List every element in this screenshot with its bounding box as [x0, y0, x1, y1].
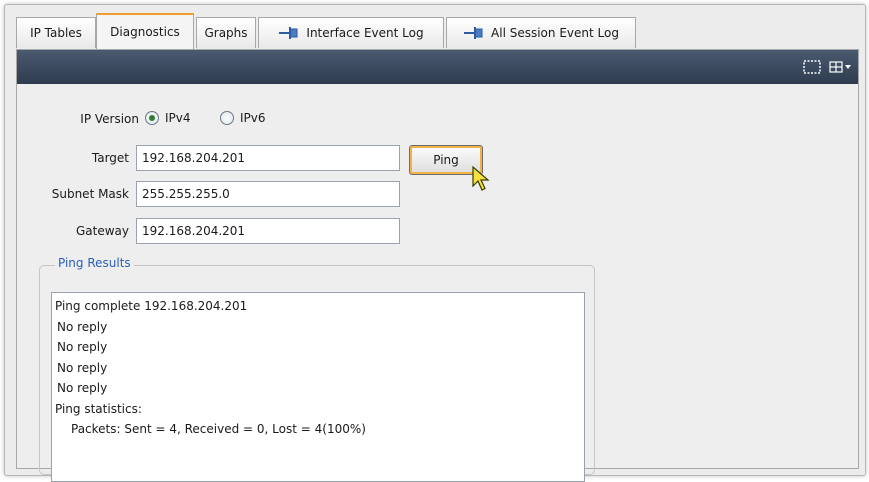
tab-label: Graphs [204, 26, 248, 40]
gateway-input[interactable]: 192.168.204.201 [136, 218, 400, 244]
radio-label: IPv6 [240, 111, 266, 125]
tab-all-session-event-log[interactable]: All Session Event Log [446, 17, 636, 48]
radio-label: IPv4 [165, 111, 191, 125]
ping-button-label: Ping [433, 153, 459, 167]
tab-graphs[interactable]: Graphs [196, 17, 256, 48]
selection-rect-icon[interactable] [802, 59, 822, 75]
target-input[interactable]: 192.168.204.201 [136, 145, 400, 171]
mouse-cursor-icon [472, 166, 490, 191]
tab-label: IP Tables [30, 26, 82, 40]
ping-results-group: Ping Results Ping complete 192.168.204.2… [39, 256, 595, 482]
result-line: No reply [57, 360, 108, 375]
columns-menu-icon[interactable] [829, 59, 853, 75]
subnet-mask-label: Subnet Mask [51, 187, 129, 201]
result-line: No reply [57, 381, 108, 395]
result-line: Ping complete 192.168.204.201 [55, 299, 248, 313]
radio-ipv6[interactable]: IPv6 [220, 111, 266, 125]
radio-unselected-icon[interactable] [220, 111, 234, 125]
ip-version-label: IP Version [80, 112, 139, 126]
result-line: No reply [57, 319, 108, 334]
ping-results-textarea[interactable]: Ping complete 192.168.204.201 No reply N… [51, 292, 585, 482]
pin-icon[interactable] [278, 27, 300, 39]
tab-diagnostics[interactable]: Diagnostics [96, 13, 194, 49]
tab-interface-event-log[interactable]: Interface Event Log [258, 17, 444, 48]
diagnostics-panel: IP Version IPv4 IPv6 Target 192.168.204.… [16, 49, 859, 482]
tab-ip-tables[interactable]: IP Tables [16, 17, 96, 48]
panel-header [17, 50, 858, 84]
tab-label: Interface Event Log [306, 26, 424, 40]
result-line: Packets: Sent = 4, Received = 0, Lost = … [71, 422, 366, 436]
tab-label: Diagnostics [110, 25, 180, 39]
tab-label: All Session Event Log [491, 26, 619, 40]
gateway-label: Gateway [75, 224, 129, 238]
radio-selected-icon[interactable] [145, 111, 159, 125]
result-line: Ping statistics: [55, 401, 142, 416]
radio-ipv4[interactable]: IPv4 [145, 111, 191, 125]
subnet-mask-input[interactable]: 255.255.255.0 [136, 181, 400, 207]
pin-icon[interactable] [463, 27, 485, 39]
ping-results-title: Ping Results [55, 256, 134, 270]
target-label: Target [91, 151, 129, 165]
result-line: No reply [57, 340, 108, 354]
